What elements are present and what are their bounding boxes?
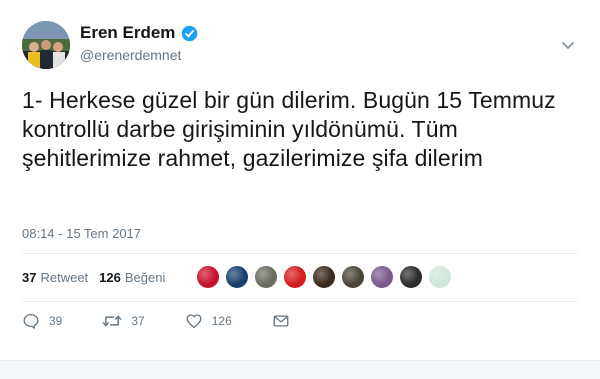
avatar-photo (22, 21, 70, 69)
liker-avatar[interactable] (283, 265, 307, 289)
like-count: 126 (99, 269, 121, 285)
like-stat[interactable]: 126 Beğeni (99, 270, 165, 285)
like-button[interactable]: 126 (185, 312, 232, 330)
envelope-icon (273, 315, 289, 327)
liker-avatar[interactable] (399, 265, 423, 289)
tweet-actions: 39 37 126 (22, 312, 330, 330)
liker-avatar[interactable] (254, 265, 278, 289)
engagement-stats: 37 Retweet 126 Beğeni (22, 259, 176, 295)
liker-avatar[interactable] (225, 265, 249, 289)
chevron-down-icon[interactable] (560, 40, 576, 52)
liker-avatar[interactable] (370, 265, 394, 289)
tweet-card: Eren Erdem @erenerdemnet 1- Herkese güze… (0, 0, 600, 379)
heart-icon (186, 314, 202, 329)
like-label: Beğeni (124, 269, 166, 285)
liker-avatars (196, 265, 452, 289)
reply-area-background (0, 360, 600, 379)
reply-icon (23, 313, 39, 329)
reply-button[interactable]: 39 (22, 312, 62, 330)
retweet-icon (103, 315, 122, 327)
liker-avatar[interactable] (312, 265, 336, 289)
liker-avatar[interactable] (341, 265, 365, 289)
retweet-label: Retweet (40, 269, 89, 285)
retweet-stat[interactable]: 37 Retweet (22, 270, 88, 285)
retweet-count: 37 (22, 269, 37, 285)
divider (22, 301, 578, 302)
retweet-action-count: 37 (131, 314, 145, 328)
direct-message-button[interactable] (272, 312, 290, 330)
tweet-timestamp[interactable]: 08:14 - 15 Tem 2017 (22, 226, 141, 241)
like-action-count: 126 (211, 314, 232, 328)
divider (22, 253, 578, 254)
verified-badge-icon (182, 25, 198, 41)
author-handle[interactable]: @erenerdemnet (80, 47, 181, 63)
reply-count: 39 (49, 314, 63, 328)
liker-avatar[interactable] (428, 265, 452, 289)
author-name-row[interactable]: Eren Erdem (80, 23, 198, 43)
liker-avatar[interactable] (196, 265, 220, 289)
author-name[interactable]: Eren Erdem (80, 23, 175, 43)
avatar[interactable] (22, 21, 70, 69)
retweet-button[interactable]: 37 (102, 312, 145, 330)
tweet-text: 1- Herkese güzel bir gün dilerim. Bugün … (22, 87, 556, 171)
